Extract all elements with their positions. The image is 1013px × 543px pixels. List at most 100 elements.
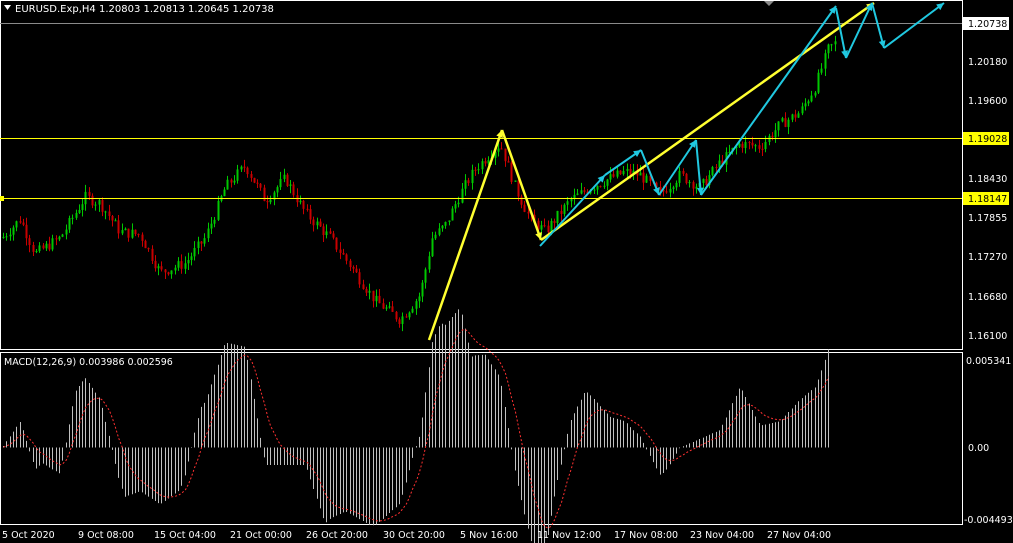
candle-body: [570, 199, 573, 202]
wave-segment[interactable]: [500, 129, 543, 241]
candle-body: [748, 142, 751, 144]
price-label: 1.19600: [968, 96, 1007, 107]
candle-body: [382, 303, 385, 309]
candle-body: [345, 254, 348, 261]
candle-body: [807, 101, 810, 104]
candle-body: [438, 228, 441, 235]
current-price-label: 1.20738: [968, 19, 1007, 30]
wave-segment[interactable]: [845, 2, 873, 59]
candle-body: [517, 180, 520, 197]
time-label: 21 Oct 00:00: [230, 530, 292, 541]
candle-body: [203, 238, 206, 244]
candle-body: [804, 103, 807, 107]
time-label: 26 Oct 20:00: [306, 530, 368, 541]
collapse-triangle-icon[interactable]: [4, 5, 11, 10]
candle-body: [566, 201, 569, 205]
candle-body: [467, 180, 470, 184]
support-line-handle[interactable]: [0, 196, 4, 201]
candle-body: [738, 143, 741, 147]
wave-segment[interactable]: [540, 1, 875, 242]
candle-body: [98, 200, 101, 205]
scroll-marker-icon[interactable]: [764, 1, 774, 6]
candle-body: [167, 272, 170, 275]
candle-body: [35, 251, 38, 253]
candle-body: [61, 234, 64, 237]
candle-body: [58, 236, 61, 240]
candle-body: [108, 211, 111, 216]
candle-body: [9, 234, 12, 237]
wave-segment[interactable]: [835, 7, 847, 59]
candle-body: [111, 215, 114, 221]
candle-body: [187, 260, 190, 264]
candle-body: [810, 95, 813, 102]
candle-body: [669, 188, 672, 193]
candle-body: [42, 245, 45, 249]
candle-body: [372, 290, 375, 302]
time-label: 5 Nov 16:00: [460, 530, 518, 541]
candle-body: [629, 168, 632, 175]
candle-body: [553, 220, 556, 224]
candle-body: [68, 218, 71, 230]
candle-body: [151, 248, 154, 261]
candle-body: [104, 211, 107, 213]
candle-body: [616, 170, 619, 177]
candle-body: [550, 220, 553, 233]
candle-body: [316, 221, 319, 226]
candle-body: [32, 245, 35, 252]
candle-body: [51, 238, 54, 250]
candle-body: [688, 182, 691, 184]
price-label: 1.18430: [968, 174, 1007, 185]
candle-body: [28, 238, 31, 246]
price-label: 1.16100: [968, 331, 1007, 342]
trading-chart[interactable]: EURUSD.Exp,H4 1.20803 1.20813 1.20645 1.…: [0, 0, 1013, 543]
candle-body: [744, 142, 747, 148]
candle-body: [514, 180, 517, 182]
candle-body: [405, 316, 408, 318]
candle-body: [761, 148, 764, 150]
macd-scale-bottom: -0.004493: [964, 515, 1013, 526]
candle-body: [639, 172, 642, 176]
candle-body: [464, 180, 467, 189]
candle-body: [471, 169, 474, 184]
wave-segment[interactable]: [700, 5, 837, 196]
candle-body: [787, 119, 790, 127]
time-label: 11 Nov 12:00: [537, 530, 601, 541]
candle-body: [378, 295, 381, 304]
candle-body: [292, 184, 295, 196]
candle-body: [266, 201, 269, 203]
candle-body: [286, 174, 289, 186]
candle-body: [279, 179, 282, 188]
candle-body: [791, 114, 794, 120]
candle-body: [127, 228, 130, 238]
candle-body: [520, 196, 523, 205]
candle-body: [332, 233, 335, 238]
wave-segment[interactable]: [883, 2, 945, 49]
candle-body: [563, 204, 566, 214]
candle-body: [190, 256, 193, 261]
candle-body: [193, 247, 196, 257]
candle-body: [22, 222, 25, 225]
candle-body: [672, 187, 675, 189]
candle-body: [177, 261, 180, 268]
candle-body: [461, 188, 464, 203]
candle-body: [481, 161, 484, 170]
candle-body: [784, 118, 787, 127]
candle-body: [507, 161, 510, 163]
candle-body: [259, 183, 262, 188]
candle-body: [751, 142, 754, 146]
candle-body: [431, 238, 434, 257]
candle-body: [230, 179, 233, 183]
macd-axis: 0.005341 0.00 -0.004493: [964, 356, 1013, 526]
candle-body: [200, 241, 203, 244]
candle-body: [299, 200, 302, 203]
candle-body: [424, 269, 427, 283]
candle-body: [741, 143, 744, 148]
candle-body: [504, 148, 507, 162]
candle-body: [243, 166, 246, 168]
candle-body: [147, 248, 150, 250]
wave-annotations[interactable]: [427, 1, 945, 341]
wave-segment[interactable]: [539, 174, 606, 247]
candle-body: [223, 189, 226, 197]
candle-body: [794, 114, 797, 118]
candle-body: [101, 200, 104, 212]
